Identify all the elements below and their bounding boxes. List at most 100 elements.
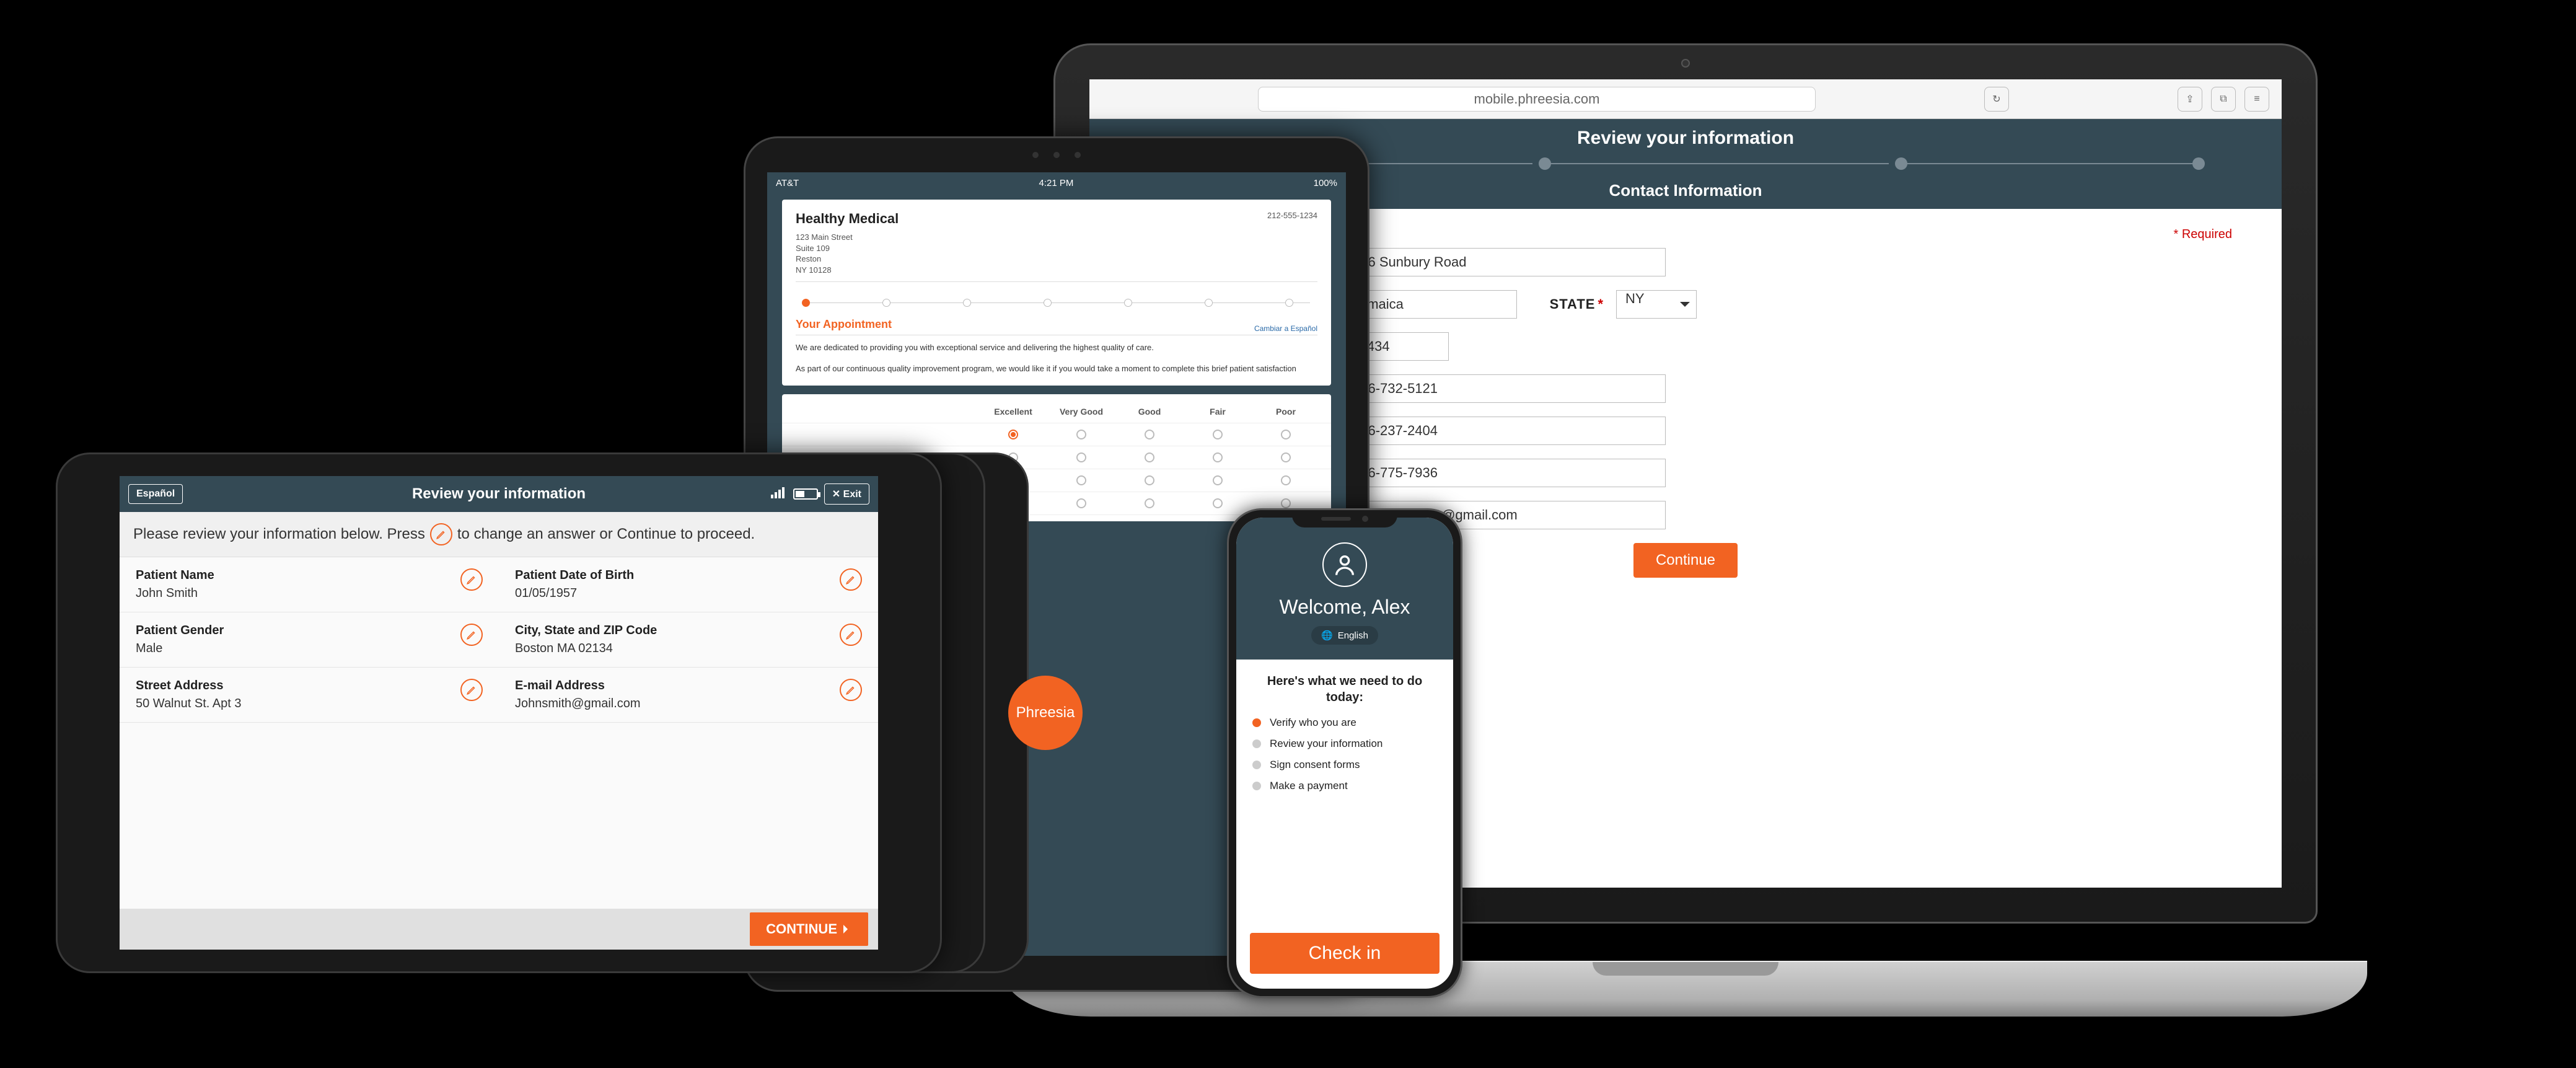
phone-body: Here's what we need to do today: Verify …	[1236, 660, 1453, 814]
radio-option[interactable]	[1213, 452, 1223, 462]
col-excellent: Excellent	[979, 407, 1047, 417]
practice-phone: 212-555-1234	[1267, 211, 1317, 275]
radio-option[interactable]	[1076, 430, 1086, 439]
edit-dob-button[interactable]	[840, 568, 862, 591]
radio-option[interactable]	[1076, 475, 1086, 485]
share-icon[interactable]: ⇪	[2178, 87, 2202, 112]
phone-welcome-header: Welcome, Alex 🌐 English	[1236, 518, 1453, 660]
survey-row	[782, 423, 1331, 446]
input-phone-work[interactable]	[1343, 459, 1666, 487]
survey-step-7[interactable]	[1285, 299, 1293, 307]
exit-button[interactable]: ✕ Exit	[824, 483, 869, 505]
practice-card: Healthy Medical 123 Main Street Suite 10…	[782, 200, 1331, 386]
signal-icon	[771, 485, 787, 503]
status-battery: 100%	[1314, 178, 1337, 188]
task-item-verify: Verify who you are	[1252, 717, 1437, 729]
radio-option[interactable]	[1213, 475, 1223, 485]
avatar-icon	[1322, 542, 1367, 587]
phone-notch	[1292, 510, 1397, 527]
col-good: Good	[1115, 407, 1184, 417]
survey-progress	[796, 293, 1317, 313]
espanol-button[interactable]: Español	[128, 484, 183, 504]
browser-chrome: mobile.phreesia.com ↻ ⇪ ⧉ ≡	[1089, 79, 2282, 119]
radio-option[interactable]	[1008, 430, 1018, 439]
home-button-brand[interactable]: Phreesia	[1008, 676, 1083, 750]
task-bullet	[1252, 761, 1261, 769]
col-fair: Fair	[1184, 407, 1252, 417]
refresh-icon[interactable]: ↻	[1984, 87, 2009, 112]
survey-step-6[interactable]	[1205, 299, 1213, 307]
review-title: Review your information	[412, 485, 586, 503]
field-patient-gender: Patient GenderMale	[120, 612, 499, 668]
progress-step-4[interactable]	[2192, 157, 2205, 170]
input-street[interactable]	[1343, 248, 1666, 276]
task-item-payment: Make a payment	[1252, 780, 1437, 792]
survey-step-3[interactable]	[963, 299, 971, 307]
tablet-review-device: Español Review your information ✕ Exit P…	[56, 452, 942, 973]
language-button[interactable]: 🌐 English	[1311, 626, 1378, 645]
tablet-review-stack: Phreesia Español Review your information…	[56, 452, 1029, 973]
radio-option[interactable]	[1213, 430, 1223, 439]
field-email: E-mail AddressJohnsmith@gmail.com	[499, 668, 878, 723]
survey-step-5[interactable]	[1124, 299, 1132, 307]
task-bullet	[1252, 782, 1261, 790]
review-footer: CONTINUE	[120, 909, 878, 950]
radio-option[interactable]	[1281, 430, 1291, 439]
url-bar[interactable]: mobile.phreesia.com	[1258, 87, 1816, 112]
field-patient-name: Patient NameJohn Smith	[120, 557, 499, 612]
pencil-icon	[430, 523, 452, 545]
input-phone-home[interactable]	[1343, 374, 1666, 403]
welcome-text: Welcome, Alex	[1249, 596, 1441, 619]
col-very-good: Very Good	[1047, 407, 1115, 417]
edit-email-button[interactable]	[840, 679, 862, 701]
field-dob: Patient Date of Birth01/05/1957	[499, 557, 878, 612]
survey-step-1[interactable]	[802, 299, 810, 307]
practice-name: Healthy Medical	[796, 211, 899, 227]
radio-option[interactable]	[1145, 430, 1154, 439]
radio-option[interactable]	[1145, 475, 1154, 485]
radio-option[interactable]	[1076, 452, 1086, 462]
radio-option[interactable]	[1145, 452, 1154, 462]
survey-intro-2: As part of our continuous quality improv…	[796, 363, 1317, 375]
edit-csz-button[interactable]	[840, 624, 862, 646]
input-phone-cell[interactable]	[1343, 417, 1666, 445]
battery-icon	[793, 488, 818, 500]
radio-option[interactable]	[1281, 452, 1291, 462]
review-instructions: Please review your information below. Pr…	[120, 512, 878, 557]
progress-step-2[interactable]	[1539, 157, 1551, 170]
tabs-icon[interactable]: ⧉	[2211, 87, 2236, 112]
field-city-state-zip: City, State and ZIP CodeBoston MA 02134	[499, 612, 878, 668]
edit-gender-button[interactable]	[460, 624, 483, 646]
field-street-address: Street Address50 Walnut St. Apt 3	[120, 668, 499, 723]
task-bullet-active	[1252, 718, 1261, 727]
select-state[interactable]: NY	[1616, 290, 1697, 319]
label-state: STATE*	[1529, 296, 1604, 312]
edit-address-button[interactable]	[460, 679, 483, 701]
progress-step-3[interactable]	[1895, 157, 1907, 170]
radio-option[interactable]	[1213, 498, 1223, 508]
speaker-icon	[1321, 517, 1351, 521]
radio-option[interactable]	[1145, 498, 1154, 508]
review-title-bar: Español Review your information ✕ Exit	[120, 476, 878, 512]
practice-address: 123 Main Street Suite 109 Reston NY 1012…	[796, 232, 899, 275]
review-continue-button[interactable]: CONTINUE	[750, 912, 868, 946]
col-poor: Poor	[1252, 407, 1320, 417]
review-body: Patient NameJohn Smith Patient GenderMal…	[120, 557, 878, 909]
edit-name-button[interactable]	[460, 568, 483, 591]
survey-intro-1: We are dedicated to providing you with e…	[796, 342, 1317, 354]
survey-step-2[interactable]	[882, 299, 890, 307]
globe-icon: 🌐	[1321, 630, 1333, 641]
task-bullet	[1252, 739, 1261, 748]
menu-icon[interactable]: ≡	[2244, 87, 2269, 112]
radio-option[interactable]	[1281, 475, 1291, 485]
tasks-heading: Here's what we need to do today:	[1252, 673, 1437, 705]
check-in-button[interactable]: Check in	[1250, 933, 1440, 974]
phone-screen: Welcome, Alex 🌐 English Here's what we n…	[1236, 518, 1453, 989]
continue-button[interactable]: Continue	[1633, 543, 1738, 578]
input-city[interactable]	[1343, 290, 1517, 319]
phone-device: Welcome, Alex 🌐 English Here's what we n…	[1227, 508, 1462, 998]
status-carrier: AT&T	[776, 178, 799, 188]
survey-step-4[interactable]	[1044, 299, 1052, 307]
radio-option[interactable]	[1281, 498, 1291, 508]
radio-option[interactable]	[1076, 498, 1086, 508]
